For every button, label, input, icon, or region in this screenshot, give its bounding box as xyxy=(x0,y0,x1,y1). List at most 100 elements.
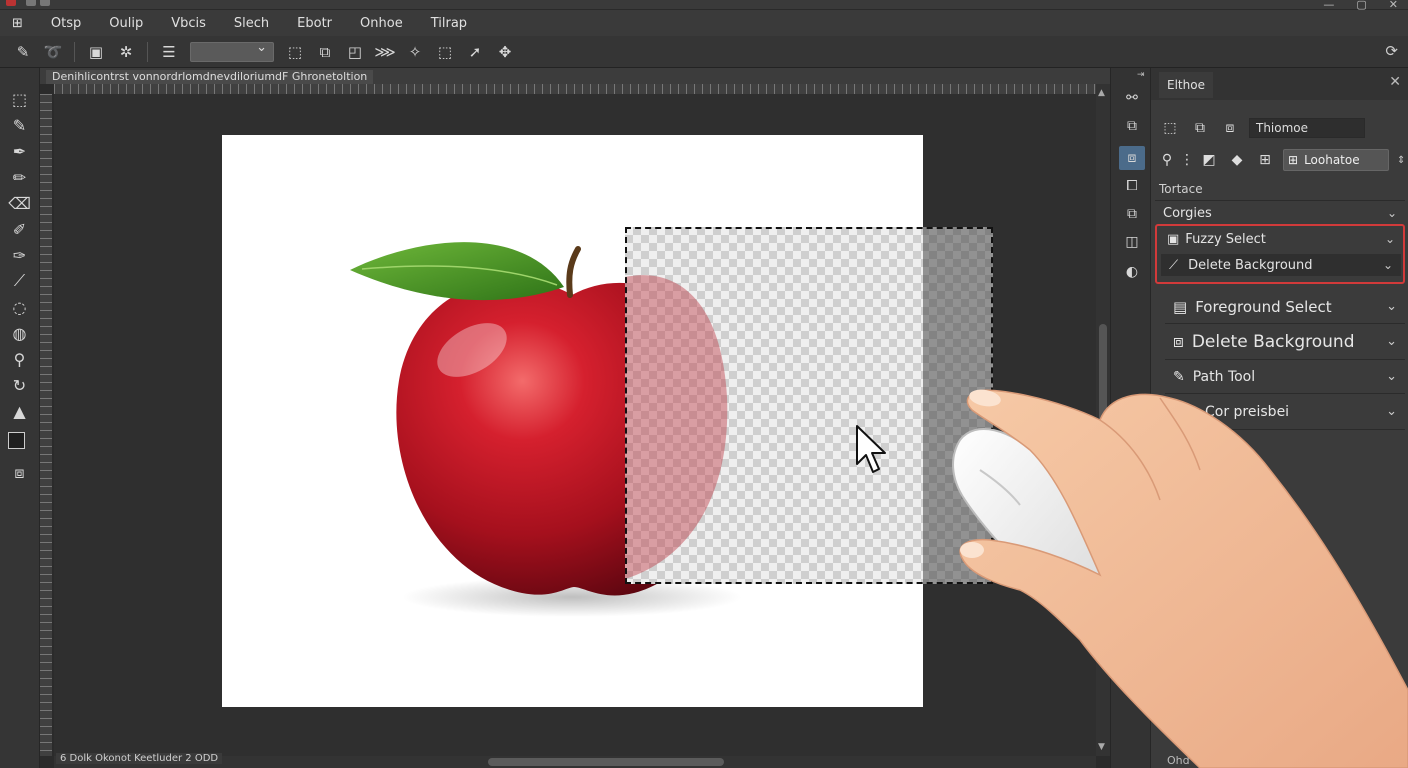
duplicate-icon[interactable]: ⧉ xyxy=(1189,117,1211,139)
vertical-scroll-thumb[interactable] xyxy=(1099,324,1107,464)
menu-item-7[interactable]: Tilrap xyxy=(417,16,481,31)
close-window-icon[interactable] xyxy=(6,0,16,6)
stamp-tool-icon[interactable]: ⚲ xyxy=(5,346,35,372)
maximize-window-icon[interactable] xyxy=(40,0,50,6)
refresh-icon[interactable]: ⟳ xyxy=(1385,42,1398,60)
selection-marquee[interactable] xyxy=(625,227,993,584)
spinner-icon[interactable]: ⇕ xyxy=(1397,155,1405,166)
channels-icon[interactable]: ⧉ xyxy=(1119,202,1145,226)
layer-copy-icon[interactable]: ⧈ xyxy=(1219,117,1241,139)
zoom-icon[interactable]: ⚲ xyxy=(1159,149,1175,171)
panel-tab[interactable]: Elthoe xyxy=(1159,72,1213,98)
properties-panel: Elthoe ✕ ⬚ ⧉ ⧈ Thiomoe ⚲ ⋮ ◩ ◆ ⊞ ⊞ Looha… xyxy=(1150,68,1408,768)
move-tool-icon[interactable]: ⬚ xyxy=(5,86,35,112)
locate-dropdown[interactable]: ⊞ Loohatoe xyxy=(1283,149,1389,171)
document-tab[interactable]: Denihlicontrst vonnordrlomdnevdiloriumdF… xyxy=(46,70,374,84)
magic-wand-icon[interactable]: ✧ xyxy=(400,40,430,64)
title-bar: — ▢ ✕ xyxy=(0,0,1408,11)
ellipse-select-icon[interactable]: ◌ xyxy=(5,294,35,320)
tool-preset-select[interactable] xyxy=(190,40,274,62)
add-selection-icon[interactable]: ⧉ xyxy=(310,40,340,64)
divider xyxy=(147,41,148,62)
layers-icon[interactable]: ☰ xyxy=(154,40,184,64)
menu-app-icon[interactable]: ⊞ xyxy=(10,16,37,31)
artboard-icon[interactable]: ⧉ xyxy=(1119,114,1145,138)
minimize-window-icon[interactable] xyxy=(26,0,36,6)
marquee-icon[interactable]: ⬚ xyxy=(430,40,460,64)
layers-panel-icon[interactable]: ⧠ xyxy=(1119,174,1145,198)
new-selection-icon[interactable]: ⬚ xyxy=(280,40,310,64)
color-wheel-icon[interactable]: ◐ xyxy=(1119,260,1145,284)
delete-background-dropdown[interactable]: ⟋ Delete Background ⌄ xyxy=(1161,254,1401,276)
path-tool-label: Path Tool xyxy=(1192,368,1256,385)
vertical-ruler xyxy=(40,94,52,756)
pen-tool-icon[interactable]: ✒ xyxy=(5,138,35,164)
lasso-icon[interactable]: ➰ xyxy=(38,40,68,64)
foreground-select-row[interactable]: ▤ Foreground Select ⌄ xyxy=(1165,290,1405,324)
color-swatches[interactable] xyxy=(5,430,35,460)
smudge-tool-icon[interactable]: ✑ xyxy=(5,242,35,268)
category-label: Corgies xyxy=(1163,205,1212,221)
quick-mask-icon[interactable]: ⧈ xyxy=(5,460,35,486)
grid-icon[interactable]: ⊞ xyxy=(1255,149,1275,171)
panel-tool-row-2: ⚲ ⋮ ◩ ◆ ⊞ ⊞ Loohatoe ⇕ xyxy=(1159,148,1405,172)
adjustments-icon[interactable]: ⧈ xyxy=(1119,146,1145,170)
locate-dropdown-label: Loohatoe xyxy=(1304,153,1360,167)
fuzzy-select-dropdown[interactable]: ▣ Fuzzy Select ⌄ xyxy=(1159,228,1403,250)
fill-icon[interactable]: ◩ xyxy=(1199,149,1219,171)
collapse-dock-icon[interactable]: ⇥ xyxy=(1137,70,1145,80)
separator-dots-icon: ⋮ xyxy=(1180,152,1194,168)
path-tool-icon: ✎ xyxy=(1173,368,1185,385)
vertical-scrollbar[interactable]: ▲ ▼ xyxy=(1096,84,1110,756)
pointer-select-icon[interactable]: ➚ xyxy=(460,40,490,64)
menu-item-4[interactable]: Slech xyxy=(220,16,283,31)
history-icon[interactable]: ⚯ xyxy=(1119,86,1145,110)
foreground-color[interactable] xyxy=(7,432,25,449)
menu-item-6[interactable]: Onhoe xyxy=(346,16,417,31)
tool-options-bar: ✎ ➰ ▣ ✲ ☰ ⬚ ⧉ ◰ ⋙ ✧ ⬚ ➚ ✥ ⟳ xyxy=(0,36,1408,68)
magic-eraser-icon: ⟋ xyxy=(1169,257,1179,273)
diamond-icon[interactable]: ◆ xyxy=(1227,149,1247,171)
rotate-tool-icon[interactable]: ↻ xyxy=(5,372,35,398)
scroll-down-icon[interactable]: ▼ xyxy=(1098,742,1105,752)
horizontal-ruler xyxy=(54,84,1096,94)
divider xyxy=(74,41,75,62)
paths-icon[interactable]: ◫ xyxy=(1119,230,1145,254)
path-tool-row[interactable]: ✎ Path Tool ⌄ xyxy=(1165,360,1405,394)
feather-icon[interactable]: ⋙ xyxy=(370,40,400,64)
frame-small-icon: ⊞ xyxy=(1288,153,1299,167)
panel-tab-bar: Elthoe ✕ xyxy=(1151,68,1408,100)
menu-item-2[interactable]: Oulip xyxy=(95,16,157,31)
brush-tool-icon[interactable]: ✏ xyxy=(5,164,35,190)
scroll-up-icon[interactable]: ▲ xyxy=(1098,88,1105,98)
chevron-down-icon: ⌄ xyxy=(1386,206,1397,220)
menu-item-3[interactable]: Vbcis xyxy=(157,16,220,31)
brush-icon[interactable]: ✎ xyxy=(8,40,38,64)
paint-bucket-icon[interactable]: ▲ xyxy=(5,398,35,424)
pencil-tool-icon[interactable]: ✎ xyxy=(5,112,35,138)
chevron-down-icon: ⌄ xyxy=(1382,258,1393,272)
knife-tool-icon[interactable]: ⟋ xyxy=(5,268,35,294)
section-label: Tortace xyxy=(1159,182,1203,196)
delete-background-row[interactable]: ⧈ Delete Background ⌄ xyxy=(1165,324,1405,360)
chevron-down-icon: ⌄ xyxy=(1386,334,1397,349)
menu-item-1[interactable]: Otsp xyxy=(37,16,95,31)
subtract-selection-icon[interactable]: ◰ xyxy=(340,40,370,64)
color-presets-row[interactable]: Cor preisbei ⌄ xyxy=(1165,394,1405,430)
chevron-down-icon: ⌄ xyxy=(1386,299,1397,314)
panel-footer-text: Ohd xyxy=(1167,754,1190,767)
puppet-icon[interactable]: ✥ xyxy=(490,40,520,64)
heal-tool-icon[interactable]: ◍ xyxy=(5,320,35,346)
name-field[interactable]: Thiomoe xyxy=(1249,118,1365,138)
color-presets-label: Cor preisbei xyxy=(1205,403,1290,420)
close-panel-icon[interactable]: ✕ xyxy=(1389,74,1401,90)
horizontal-scroll-thumb[interactable] xyxy=(488,758,724,766)
frame-icon[interactable]: ▣ xyxy=(81,40,111,64)
clone-tool-icon[interactable]: ✐ xyxy=(5,216,35,242)
category-dropdown[interactable]: Corgies ⌄ xyxy=(1155,202,1405,224)
crop-icon[interactable]: ⬚ xyxy=(1159,117,1181,139)
menu-item-5[interactable]: Ebotr xyxy=(283,16,346,31)
settings-cog-icon[interactable]: ✲ xyxy=(111,40,141,64)
eraser-tool-icon[interactable]: ⌫ xyxy=(5,190,35,216)
delete-background-icon: ⧈ xyxy=(1173,331,1184,352)
